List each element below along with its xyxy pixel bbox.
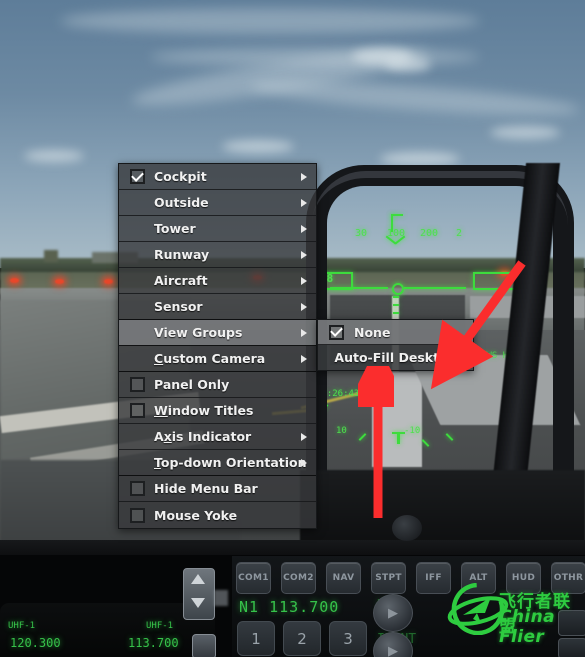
- submenu-item-none[interactable]: None: [318, 320, 473, 345]
- submenu-arrow-icon: [301, 328, 307, 337]
- menu-item-label: Window Titles: [154, 403, 254, 418]
- checkbox-icon[interactable]: [130, 377, 145, 392]
- menu-item-view-groups[interactable]: View Groups: [119, 320, 316, 346]
- cloud: [222, 140, 294, 153]
- ufc-button-com2[interactable]: COM2: [281, 562, 316, 594]
- runway-light: [104, 279, 113, 284]
- menu-item-label: Aircraft: [154, 273, 208, 288]
- ufc-button-stpt[interactable]: STPT: [371, 562, 406, 594]
- menu-item-panel-only[interactable]: Panel Only: [119, 372, 316, 398]
- view-menu[interactable]: Cockpit Outside Tower Runway Aircraft Sensor V…: [118, 163, 317, 529]
- menu-item-outside[interactable]: Outside: [119, 190, 316, 216]
- ufc-key-2[interactable]: 2: [283, 621, 321, 656]
- submenu-item-auto-fill-desktop[interactable]: Auto-Fill Desktop: [318, 345, 473, 370]
- view-groups-submenu[interactable]: None Auto-Fill Desktop: [317, 319, 474, 371]
- menu-item-label: Sensor: [154, 299, 203, 314]
- radio-left-freq: 120.300: [10, 636, 61, 650]
- submenu-arrow-icon: [301, 302, 307, 311]
- cirrus-cloud: [60, 8, 480, 34]
- menu-item-sensor[interactable]: Sensor: [119, 294, 316, 320]
- ufc-button-com1[interactable]: COM1: [236, 562, 271, 594]
- radio-right-freq: 113.700: [128, 636, 179, 650]
- menu-item-mouse-yoke[interactable]: Mouse Yoke: [119, 502, 316, 528]
- panel-knob[interactable]: [214, 590, 228, 606]
- menu-item-cockpit[interactable]: Cockpit: [119, 164, 316, 190]
- menu-item-label: Top-down Orientation: [154, 455, 307, 470]
- submenu-arrow-icon: [301, 276, 307, 285]
- cloud: [24, 150, 84, 162]
- menu-item-runway[interactable]: Runway: [119, 242, 316, 268]
- submenu-arrow-icon: [301, 250, 307, 259]
- menu-item-label: Custom Camera: [154, 351, 266, 366]
- menu-item-tower[interactable]: Tower: [119, 216, 316, 242]
- menu-item-label: Outside: [154, 195, 209, 210]
- menu-item-label: Hide Menu Bar: [154, 481, 258, 496]
- runway-light: [55, 279, 64, 284]
- menu-item-top-down-orientation[interactable]: Top-down Orientation: [119, 450, 316, 476]
- watermark: 飞行者联盟 China Flier: [447, 582, 585, 647]
- submenu-item-label: Auto-Fill Desktop: [334, 350, 457, 365]
- submenu-arrow-icon: [301, 432, 307, 441]
- menu-item-hide-menu-bar[interactable]: Hide Menu Bar: [119, 476, 316, 502]
- down-arrow-icon: [191, 598, 205, 608]
- submenu-arrow-icon: [301, 354, 307, 363]
- submenu-arrow-icon: [301, 458, 307, 467]
- menu-item-aircraft[interactable]: Aircraft: [119, 268, 316, 294]
- menu-item-label: Panel Only: [154, 377, 230, 392]
- cloud: [490, 126, 560, 139]
- ufc-button-iff[interactable]: IFF: [416, 562, 451, 594]
- radio-left-label: UHF-1: [8, 621, 36, 631]
- submenu-arrow-icon: [301, 198, 307, 207]
- checkbox-icon[interactable]: [130, 507, 145, 523]
- ufc-rocker-up[interactable]: ▶: [373, 594, 413, 632]
- menu-item-custom-camera[interactable]: Custom Camera: [119, 346, 316, 372]
- checkbox-checked-icon[interactable]: [329, 324, 344, 340]
- ufc-key-1[interactable]: 1: [237, 621, 275, 656]
- menu-item-label: Cockpit: [154, 169, 207, 184]
- stick-grip: [392, 515, 422, 541]
- screen: 30 100 200 2 38 11:26:43 10 -10 NWS HI C…: [0, 0, 585, 657]
- submenu-item-label: None: [354, 324, 391, 340]
- hangar: [44, 250, 58, 262]
- menu-item-label: Tower: [154, 221, 196, 236]
- menu-item-window-titles[interactable]: Window Titles: [119, 398, 316, 424]
- radio-right-label: UHF-1: [146, 621, 174, 631]
- ufc-button-nav[interactable]: NAV: [326, 562, 361, 594]
- menu-item-label: Mouse Yoke: [154, 507, 238, 523]
- submenu-arrow-icon: [301, 224, 307, 233]
- cloud: [385, 58, 431, 72]
- submenu-arrow-icon: [301, 172, 307, 181]
- menu-item-label: Runway: [154, 247, 210, 262]
- checkbox-icon[interactable]: [130, 403, 145, 418]
- runway-light: [10, 278, 19, 283]
- menu-item-label: Axis Indicator: [154, 429, 252, 444]
- checkbox-icon[interactable]: [130, 481, 145, 496]
- checkbox-checked-icon[interactable]: [130, 169, 145, 184]
- watermark-english: China Flier: [499, 607, 555, 647]
- ufc-key-3[interactable]: 3: [329, 621, 367, 656]
- up-arrow-icon: [191, 574, 205, 584]
- ufc-scratchpad: N1 113.700: [239, 598, 340, 616]
- menu-item-label: View Groups: [154, 325, 243, 340]
- menu-item-axis-indicator[interactable]: Axis Indicator: [119, 424, 316, 450]
- side-button[interactable]: [192, 634, 216, 657]
